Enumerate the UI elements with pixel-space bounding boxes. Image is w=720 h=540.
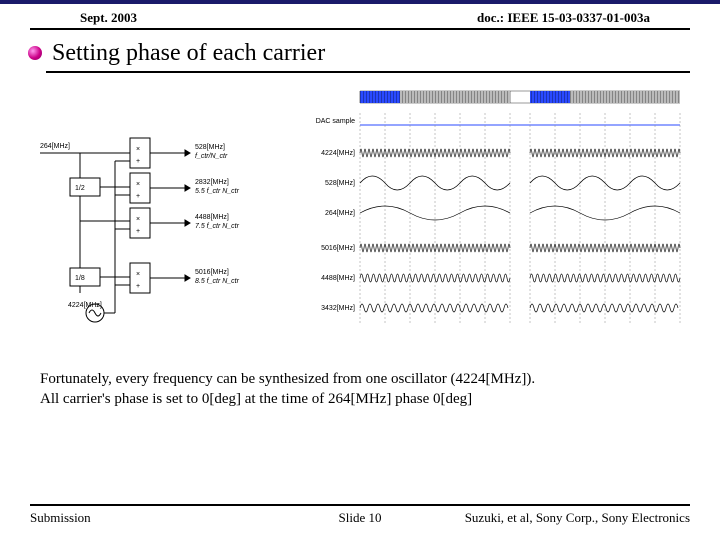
label-out0-rel: f_ctr/N_ctr (195, 153, 228, 160)
title-row: Setting phase of each carrier (50, 40, 690, 73)
slide-header: Sept. 2003 doc.: IEEE 15-03-0337-01-003a (30, 4, 690, 30)
label-input-freq: 264[MHz] (40, 143, 70, 150)
svg-text:×: × (136, 271, 140, 278)
label-trace-0: 4224[MHz] (321, 150, 355, 157)
header-docnum: doc.: IEEE 15-03-0337-01-003a (477, 10, 650, 26)
header-date: Sept. 2003 (80, 10, 137, 26)
body-line-2: All carrier's phase is set to 0[deg] at … (40, 389, 690, 409)
label-out3-rel: 8.5 f_ctr N_ctr (195, 278, 240, 285)
label-out2-freq: 4488[MHz] (195, 214, 229, 221)
label-divider-1: 1/8 (75, 275, 85, 282)
svg-text:+: + (136, 283, 140, 290)
diagram-area: 264[MHz] 1/2 1/8 4224[MHz] × + × + × + × + 5… (40, 83, 690, 363)
slide-title: Setting phase of each carrier (46, 40, 690, 73)
label-dac: DAC sample (316, 118, 355, 125)
body-text: Fortunately, every frequency can be synt… (40, 369, 690, 410)
footer-center: Slide 10 (339, 510, 382, 526)
bullet-icon (28, 46, 42, 60)
svg-text:+: + (136, 158, 140, 165)
label-out0-freq: 528[MHz] (195, 144, 225, 151)
label-out1-freq: 2832[MHz] (195, 179, 229, 186)
label-out3-freq: 5016[MHz] (195, 269, 229, 276)
body-line-1: Fortunately, every frequency can be synt… (40, 369, 690, 389)
label-divider-0: 1/2 (75, 185, 85, 192)
svg-text:×: × (136, 146, 140, 153)
slide-footer: Submission Slide 10 Suzuki, et al, Sony … (30, 504, 690, 526)
label-trace-3: 5016[MHz] (321, 245, 355, 252)
footer-right: Suzuki, et al, Sony Corp., Sony Electron… (465, 510, 690, 526)
svg-text:+: + (136, 228, 140, 235)
label-trace-2: 264[MHz] (325, 210, 355, 217)
label-out1-rel: 5.5 f_ctr N_ctr (195, 188, 240, 195)
label-out2-rel: 7.5 f_ctr N_ctr (195, 223, 240, 230)
label-trace-1: 528[MHz] (325, 180, 355, 187)
footer-left: Submission (30, 510, 91, 526)
slide: Sept. 2003 doc.: IEEE 15-03-0337-01-003a… (0, 0, 720, 540)
label-osc-freq: 4224[MHz] (68, 302, 102, 309)
svg-text:×: × (136, 216, 140, 223)
label-trace-4: 4488[MHz] (321, 275, 355, 282)
block-diagram: 264[MHz] 1/2 1/8 4224[MHz] × + × + × + × + 5… (40, 113, 280, 323)
label-trace-5: 3432[MHz] (321, 305, 355, 312)
waveform-scope: DAC sample 4224[MHz] 528[MHz] 264[MHz] 5… (300, 83, 700, 333)
svg-text:+: + (136, 193, 140, 200)
svg-text:×: × (136, 181, 140, 188)
